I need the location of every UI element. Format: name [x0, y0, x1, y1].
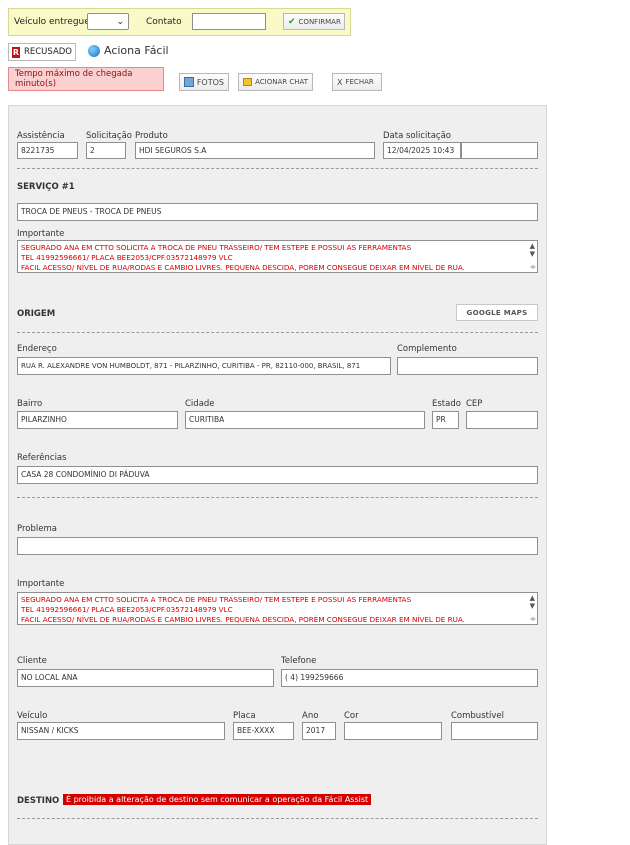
- scroll-arrows-icon[interactable]: ▲ ▼: [530, 594, 535, 610]
- service-important-label: Importante: [17, 229, 65, 239]
- important-line: SEGURADO ANA EM CTTO SOLICITA A TROCA DE…: [21, 243, 412, 252]
- estado-label: Estado: [432, 399, 461, 409]
- cor-field[interactable]: [344, 722, 442, 740]
- divider: [17, 332, 538, 333]
- service-title: SERVIÇO #1: [17, 182, 75, 192]
- confirm-label: CONFIRMAR: [298, 17, 341, 26]
- ano-field[interactable]: 2017: [302, 722, 336, 740]
- vehicle-delivered-select[interactable]: ⌄: [87, 13, 129, 30]
- divider: [17, 168, 538, 169]
- problem-important-label: Importante: [17, 579, 65, 589]
- contact-label: Contato: [146, 17, 182, 27]
- vehicle-delivered-label: Veículo entregue?: [14, 17, 95, 27]
- important-line: TEL 41992596661/ PLACA BEE2053/CPF.03572…: [21, 605, 233, 614]
- origin-title: ORIGEM: [17, 309, 56, 319]
- delivery-confirm-bar: Veículo entregue? ⌄ Contato ✔ CONFIRMAR: [8, 8, 351, 36]
- data-solicitacao-extra-field[interactable]: [461, 142, 538, 159]
- ano-label: Ano: [302, 711, 319, 721]
- close-icon: X: [337, 77, 343, 87]
- combustivel-field[interactable]: [451, 722, 538, 740]
- scroll-arrows-icon[interactable]: ▲ ▼: [530, 242, 535, 258]
- cor-label: Cor: [344, 711, 359, 721]
- problem-important-textarea[interactable]: SEGURADO ANA EM CTTO SOLICITA A TROCA DE…: [17, 592, 538, 625]
- endereco-field[interactable]: RUA R. ALEXANDRE VON HUMBOLDT, 871 - PIL…: [17, 357, 391, 375]
- google-maps-button[interactable]: GOOGLE MAPS: [456, 304, 538, 321]
- photos-label: FOTOS: [196, 77, 224, 87]
- chat-label: ACIONAR CHAT: [255, 78, 308, 86]
- chevron-down-icon: ⌄: [116, 17, 124, 27]
- cep-field[interactable]: [466, 411, 538, 429]
- important-line: TEL 41992596661/ PLACA BEE2053/CPF.03572…: [21, 253, 233, 262]
- divider: [17, 818, 538, 819]
- estado-field[interactable]: PR: [432, 411, 459, 429]
- solicitacao-field[interactable]: 2: [86, 142, 126, 159]
- service-important-textarea[interactable]: SEGURADO ANA EM CTTO SOLICITA A TROCA DE…: [17, 240, 538, 273]
- arrival-time-alert-text: Tempo máximo de chegada minuto(s): [15, 69, 133, 89]
- close-button[interactable]: X FECHAR: [332, 73, 382, 91]
- destination-warning-badge: É proibida a alteração de destino sem co…: [63, 794, 372, 805]
- check-icon: ✔: [288, 16, 296, 27]
- contact-input[interactable]: [192, 13, 266, 30]
- refused-label: RECUSADO: [23, 47, 72, 57]
- important-line: FACIL ACESSO/ NÍVEL DE RUA/RODAS E CAMBI…: [21, 615, 465, 624]
- bairro-field[interactable]: PILARZINHO: [17, 411, 178, 429]
- solicitacao-label: Solicitação: [86, 131, 132, 141]
- important-line: FACIL ACESSO/ NÍVEL DE RUA/RODAS E CAMBI…: [21, 263, 465, 272]
- produto-field[interactable]: HDI SEGUROS S.A: [135, 142, 375, 159]
- photo-icon: [184, 77, 194, 87]
- data-solicitacao-label: Data solicitação: [383, 131, 452, 141]
- cliente-label: Cliente: [17, 656, 47, 666]
- placa-field[interactable]: BEE-XXXX: [233, 722, 294, 740]
- confirm-button[interactable]: ✔ CONFIRMAR: [283, 13, 345, 30]
- aciona-facil-label: Aciona Fácil: [104, 44, 169, 57]
- referencias-field[interactable]: CASA 28 CONDOMÍNIO DI PÁDUVA: [17, 466, 538, 484]
- referencias-label: Referências: [17, 453, 67, 463]
- cep-label: CEP: [466, 399, 483, 409]
- produto-label: Produto: [135, 131, 168, 141]
- chat-button[interactable]: ACIONAR CHAT: [238, 73, 313, 91]
- veiculo-label: Veículo: [17, 711, 48, 721]
- data-solicitacao-field[interactable]: 12/04/2025 10:43: [383, 142, 461, 159]
- telefone-label: Telefone: [281, 656, 317, 666]
- aciona-facil-link[interactable]: Aciona Fácil: [88, 44, 169, 57]
- complemento-field[interactable]: [397, 357, 538, 375]
- assistencia-label: Assistência: [17, 131, 65, 141]
- refused-r-icon: R: [12, 46, 20, 58]
- important-line: SEGURADO ANA EM CTTO SOLICITA A TROCA DE…: [21, 595, 412, 604]
- endereco-label: Endereço: [17, 344, 57, 354]
- assistencia-field[interactable]: 8221735: [17, 142, 78, 159]
- combustivel-label: Combustível: [451, 711, 504, 721]
- veiculo-field[interactable]: NISSAN / KICKS: [17, 722, 225, 740]
- telefone-field[interactable]: ( 4) 199259666: [281, 669, 538, 687]
- close-label: FECHAR: [345, 78, 374, 86]
- service-field[interactable]: TROCA DE PNEUS - TROCA DE PNEUS: [17, 203, 538, 221]
- globe-icon: [88, 44, 100, 57]
- resize-grip-icon[interactable]: ≑: [530, 614, 536, 624]
- placa-label: Placa: [233, 711, 256, 721]
- divider: [17, 497, 538, 498]
- cidade-field[interactable]: CURITIBA: [185, 411, 425, 429]
- photos-button[interactable]: FOTOS: [179, 73, 229, 91]
- complemento-label: Complemento: [397, 344, 457, 354]
- refused-button[interactable]: R RECUSADO: [8, 43, 76, 61]
- resize-grip-icon[interactable]: ≑: [530, 262, 536, 272]
- envelope-icon: [243, 78, 253, 86]
- arrival-time-alert: Tempo máximo de chegada minuto(s): [8, 67, 164, 91]
- problema-label: Problema: [17, 524, 57, 534]
- cliente-field[interactable]: NO LOCAL ANA: [17, 669, 274, 687]
- cidade-label: Cidade: [185, 399, 215, 409]
- problema-field[interactable]: [17, 537, 538, 555]
- destination-title: DESTINO: [17, 796, 60, 806]
- bairro-label: Bairro: [17, 399, 43, 409]
